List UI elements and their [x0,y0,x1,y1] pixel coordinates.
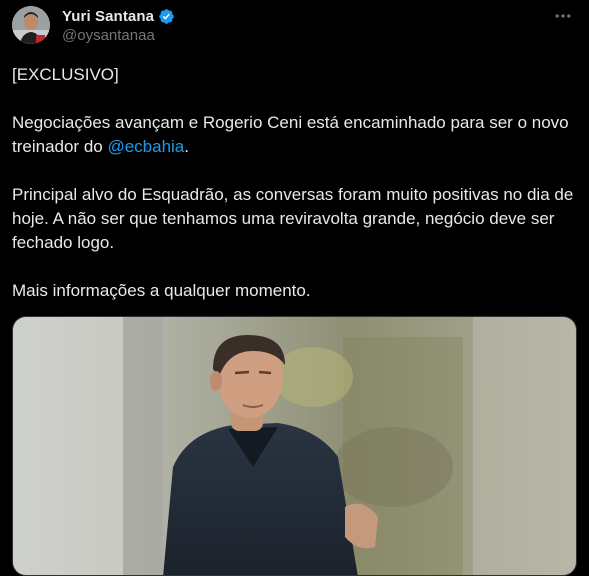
tweet-paragraph-target: Principal alvo do Esquadrão, as conversa… [12,185,574,252]
mention-link-ecbahia[interactable]: @ecbahia [107,137,184,156]
tweet: Yuri Santana @oysantanaa [EXCLUSIVO] Neg… [0,0,589,576]
tweet-paragraph-negotiations-end: . [184,137,189,156]
tweet-text: [EXCLUSIVO] Negociações avançam e Rogeri… [12,63,577,303]
verified-badge-icon [158,8,175,25]
tweet-paragraph-more-info: Mais informações a qualquer momento. [12,281,311,300]
tweet-paragraph-negotiations: Negociações avançam e Rogerio Ceni está … [12,111,577,159]
author-display-name[interactable]: Yuri Santana [62,8,154,25]
tweet-line-exclusive: [EXCLUSIVO] [12,65,119,84]
more-horizontal-icon [555,14,571,18]
tweet-paragraph-negotiations-text: Negociações avançam e Rogerio Ceni está … [12,113,569,156]
author-avatar[interactable] [12,6,50,44]
more-options-button[interactable] [551,4,575,28]
avatar-photo [12,6,50,44]
tweet-photo[interactable] [12,316,577,576]
author-header: Yuri Santana @oysantanaa [62,6,175,46]
author-handle[interactable]: @oysantanaa [62,26,175,46]
photo-rogerio-ceni [13,317,576,575]
